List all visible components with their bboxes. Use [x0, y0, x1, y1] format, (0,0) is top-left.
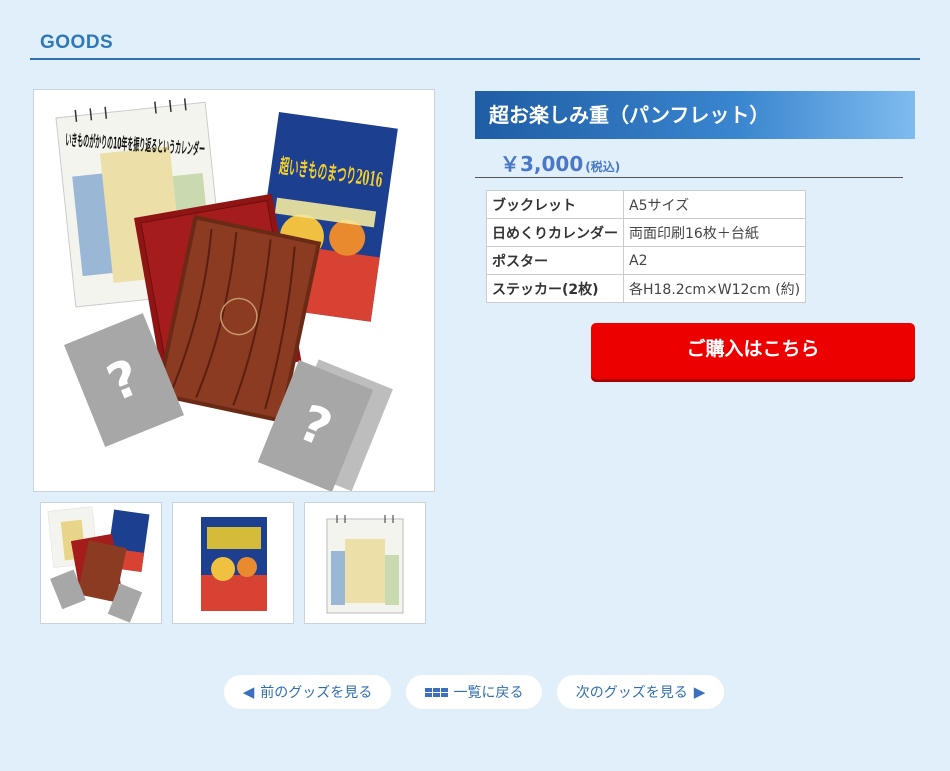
grid-list-icon — [424, 687, 448, 697]
prev-goods-label: 前のグッズを見る — [260, 685, 373, 701]
triangle-right-icon: ▶ — [693, 683, 706, 701]
table-row: ブックレット A5サイズ — [486, 190, 807, 219]
buy-button[interactable]: ご購入はこちら — [591, 323, 915, 379]
spec-value: 両面印刷16枚＋台紙 — [622, 218, 807, 247]
prev-goods-button[interactable]: ◀ 前のグッズを見る — [224, 675, 391, 709]
back-to-list-button[interactable]: 一覧に戻る — [406, 675, 542, 709]
spec-table: ブックレット A5サイズ 日めくりカレンダー 両面印刷16枚＋台紙 ポスター A… — [486, 190, 807, 303]
price-value: ￥3,000 — [500, 152, 584, 176]
next-goods-label: 次のグッズを見る — [575, 685, 688, 701]
spec-label: ステッカー(2枚) — [486, 274, 624, 303]
table-row: ステッカー(2枚) 各H18.2cm×W12cm (約) — [486, 274, 807, 303]
spec-value: 各H18.2cm×W12cm (約) — [622, 274, 807, 303]
main-product-image: いきものがかりの10年を振り返るというカレンダー 超いきものまつり2016 ? … — [33, 89, 435, 492]
spec-label: 日めくりカレンダー — [486, 218, 624, 247]
price-row: ￥3,000 (税込) — [475, 148, 903, 178]
back-to-list-label: 一覧に戻る — [453, 685, 524, 701]
section-divider — [30, 58, 920, 60]
spec-label: ブックレット — [486, 190, 624, 219]
price-tax-note: (税込) — [585, 160, 621, 174]
spec-label: ポスター — [486, 246, 624, 275]
thumbnail-calendar[interactable] — [304, 502, 426, 624]
thumbnail-all-items[interactable] — [40, 502, 162, 624]
table-row: 日めくりカレンダー 両面印刷16枚＋台紙 — [486, 218, 807, 247]
table-row: ポスター A2 — [486, 246, 807, 275]
thumbnail-poster[interactable] — [172, 502, 294, 624]
spec-value: A2 — [622, 246, 807, 275]
next-goods-button[interactable]: 次のグッズを見る ▶ — [557, 675, 724, 709]
product-title: 超お楽しみ重（パンフレット） — [475, 91, 915, 139]
spec-value: A5サイズ — [622, 190, 807, 219]
section-title: GOODS — [40, 32, 114, 53]
triangle-left-icon: ◀ — [242, 683, 255, 701]
